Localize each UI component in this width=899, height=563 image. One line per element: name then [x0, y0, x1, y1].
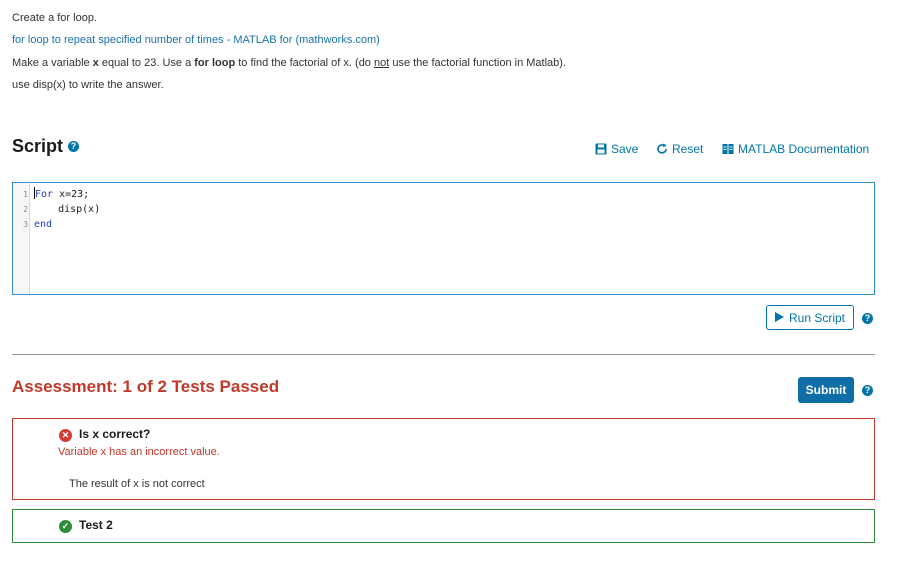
code-editor[interactable]: 1 2 3 For x=23; disp(x) end	[12, 182, 875, 295]
line-number: 3	[23, 220, 28, 229]
code-line[interactable]: For x=23;	[34, 187, 89, 202]
run-script-label: Run Script	[788, 310, 846, 325]
instruction-line: use disp(x) to write the answer.	[12, 79, 164, 91]
instruction-text: equal to 23. Use a	[98, 57, 195, 69]
matlab-documentation-button[interactable]: MATLAB Documentation	[721, 141, 869, 157]
run-script-button[interactable]: Run Script	[766, 305, 854, 330]
x-circle-icon: ✕	[59, 429, 72, 442]
test-message: The result of x is not correct	[69, 478, 205, 490]
check-circle-icon: ✓	[59, 520, 72, 533]
line-number: 2	[23, 205, 28, 214]
code-line[interactable]: end	[34, 217, 52, 232]
reset-icon	[655, 143, 668, 156]
play-icon	[774, 311, 784, 325]
instruction-underlined-text: not	[373, 57, 390, 69]
test-name: Test 2	[79, 518, 113, 532]
divider	[12, 354, 875, 355]
submit-button[interactable]: Submit	[798, 377, 854, 403]
question-circle-icon[interactable]: ?	[862, 385, 873, 396]
for-loop-doc-link[interactable]: for loop to repeat specified number of t…	[12, 33, 380, 47]
instruction-line: Create a for loop.	[12, 12, 97, 24]
instruction-text: Make a variable	[12, 57, 93, 69]
line-number: 1	[23, 190, 28, 199]
code-text: disp(x)	[34, 204, 101, 215]
reset-label: Reset	[672, 142, 704, 156]
question-circle-icon[interactable]: ?	[68, 141, 80, 152]
instruction-text: to find the factorial of x. (do	[235, 57, 374, 69]
instruction-text: use the factorial function in Matlab).	[389, 57, 566, 69]
save-icon	[594, 143, 607, 156]
script-title: Script ?	[12, 136, 80, 157]
documentation-icon	[721, 143, 734, 156]
question-circle-icon[interactable]: ?	[862, 313, 873, 324]
test-name: Is x correct?	[79, 427, 151, 441]
test-result-failed[interactable]: ✕ Is x correct? Variable x has an incorr…	[12, 418, 875, 500]
instruction-line: Make a variable x equal to 23. Use a for…	[12, 56, 566, 70]
code-line[interactable]: disp(x)	[34, 202, 100, 217]
save-button[interactable]: Save	[594, 141, 638, 157]
assessment-title: Assessment: 1 of 2 Tests Passed	[12, 377, 280, 396]
documentation-label: MATLAB Documentation	[738, 142, 870, 156]
code-text: x=23;	[53, 189, 90, 200]
test-result-passed[interactable]: ✓ Test 2	[12, 509, 875, 543]
reset-button[interactable]: Reset	[655, 141, 703, 157]
instruction-bold-text: for loop	[194, 57, 236, 69]
code-keyword: For	[35, 189, 54, 200]
code-keyword: end	[34, 219, 53, 230]
test-error-text: Variable x has an incorrect value.	[58, 446, 220, 458]
script-title-label: Script	[12, 136, 64, 156]
line-number-gutter: 1 2 3	[13, 183, 30, 294]
save-label: Save	[611, 142, 639, 156]
